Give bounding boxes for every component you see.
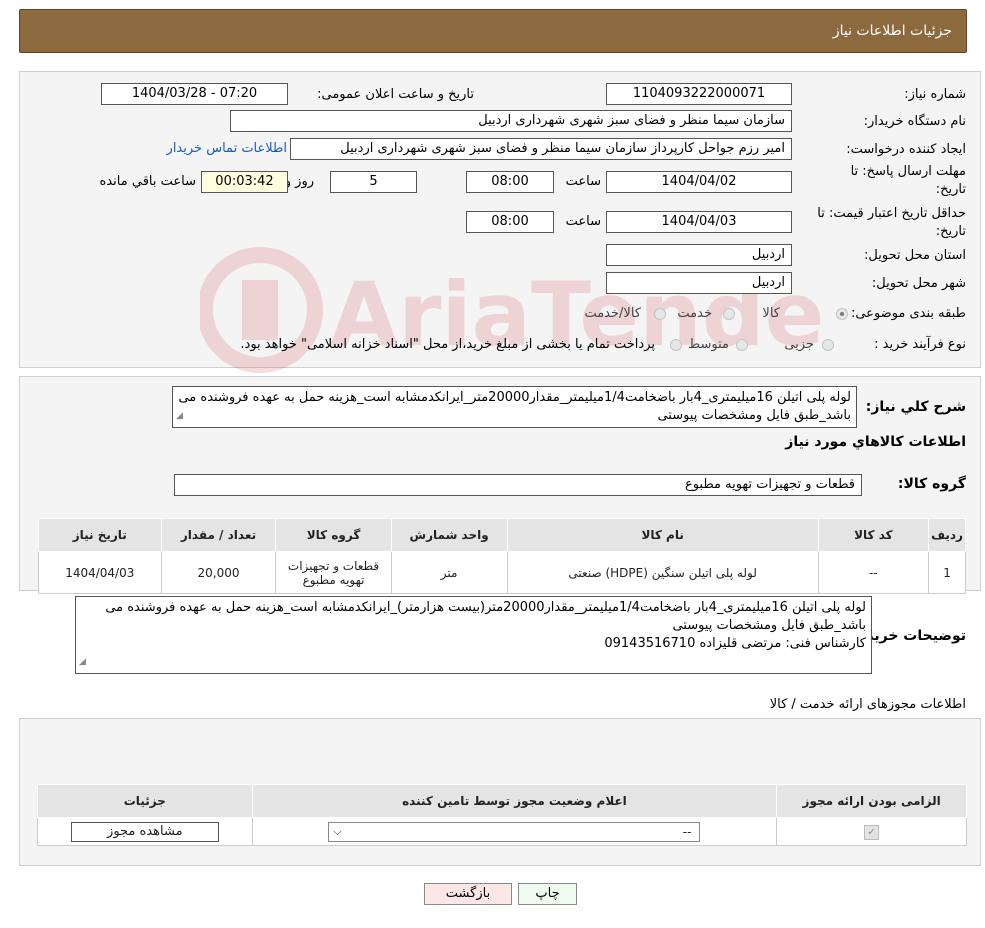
- category-label: طبقه بندی موضوعی:: [850, 306, 966, 321]
- view-permit-button[interactable]: مشاهده مجوز: [70, 821, 219, 842]
- remaining-time-field: 00:03:42: [201, 171, 288, 193]
- process-radio-treasury[interactable]: [670, 339, 682, 351]
- buyer-notes-textarea[interactable]: لوله پلی اتیلن 16میلیمتری_4بار باضخامت1/…: [75, 596, 872, 674]
- buyer-notes-contact: کارشناس فنی: مرتضی قلیزاده 09143516710: [604, 636, 866, 651]
- category-option-service: خدمت: [677, 306, 712, 321]
- col-name: نام کالا: [506, 518, 819, 552]
- col-qty: تعداد / مقدار: [160, 518, 277, 552]
- col-code: کد کالا: [817, 518, 930, 552]
- col-date: تاریخ نیاز: [38, 518, 162, 552]
- process-radio-minor[interactable]: [822, 339, 834, 351]
- cell-code: --: [817, 551, 930, 594]
- validity-time-field: 08:00: [466, 211, 554, 233]
- cell-qty: 20,000: [160, 551, 277, 594]
- cell-group: قطعات و تجهیزات تهویه مطبوع: [275, 551, 392, 594]
- days-remaining-field: 5: [330, 171, 417, 193]
- cell-permit-status: -- ⌵: [251, 817, 778, 846]
- province-label: استان محل تحویل:: [864, 248, 966, 263]
- col-group: گروه کالا: [275, 518, 392, 552]
- cell-name: لوله پلی اتیلن سنگین (HDPE) صنعتی: [506, 551, 819, 594]
- process-option-minor: جزیی: [784, 337, 814, 352]
- col-permit-details: جزئیات: [37, 784, 253, 818]
- buyer-org-field: سازمان سیما منظر و فضای سبز شهری شهرداری…: [230, 110, 792, 132]
- cell-permit-details: مشاهده مجوز: [37, 817, 253, 846]
- need-number-field: 1104093222000071: [606, 83, 792, 105]
- print-button[interactable]: چاپ: [518, 883, 577, 905]
- table-row: 1 -- لوله پلی اتیلن سنگین (HDPE) صنعتی م…: [38, 551, 966, 594]
- deadline-time-label: ساعت: [565, 174, 601, 189]
- col-unit: واحد شمارش: [390, 518, 508, 552]
- validity-date-field: 1404/04/03: [606, 211, 792, 233]
- description-textarea[interactable]: لوله پلی اتیلن 16میلیمتری_4بار باضخامت1/…: [172, 386, 857, 428]
- permits-section-title: اطلاعات مجوزهای ارائه خدمت / کالا: [769, 697, 966, 712]
- announce-date-field: 1404/03/28 - 07:20: [101, 83, 288, 105]
- col-row: رديف: [928, 518, 966, 552]
- buyer-org-label: نام دستگاه خریدار:: [863, 114, 966, 129]
- description-text: لوله پلی اتیلن 16میلیمتری_4بار باضخامت1/…: [178, 390, 851, 423]
- cell-unit: متر: [390, 551, 508, 594]
- goods-section-title: اطلاعات کالاهاي مورد نياز: [785, 434, 966, 450]
- resize-grip-icon[interactable]: ◢: [176, 407, 183, 425]
- permit-status-select[interactable]: -- ⌵: [328, 821, 701, 842]
- category-radio-both[interactable]: [654, 308, 666, 320]
- validity-label: حداقل تاریخ اعتبار قیمت: تا: [817, 206, 966, 221]
- goods-group-field: قطعات و تجهیزات تهویه مطبوع: [174, 474, 862, 496]
- permits-table: الزامی بودن ارائه مجوز اعلام وضعیت مجوز …: [37, 784, 967, 846]
- process-radio-medium[interactable]: [736, 339, 748, 351]
- deadline-label-date: تاریخ:: [935, 182, 966, 197]
- buyer-notes-text: لوله پلی اتیلن 16میلیمتری_4بار باضخامت1/…: [105, 600, 866, 633]
- chevron-down-icon: ⌵: [333, 824, 342, 838]
- table-row: ✓ -- ⌵ مشاهده مجوز: [37, 817, 967, 846]
- cell-permit-required: ✓: [776, 817, 967, 846]
- city-label: شهر محل تحویل:: [871, 276, 966, 291]
- page-title: جزئیات اطلاعات نیاز: [832, 23, 952, 39]
- validity-time-label: ساعت: [565, 214, 601, 229]
- deadline-time-field: 08:00: [466, 171, 554, 193]
- category-option-goods: کالا: [762, 306, 780, 321]
- goods-group-label: گروه کالا:: [897, 476, 966, 492]
- validity-label-date: تاریخ:: [935, 224, 966, 239]
- city-field: اردبیل: [606, 272, 792, 294]
- goods-table: رديف کد کالا نام کالا واحد شمارش گروه کا…: [38, 518, 966, 594]
- deadline-label: مهلت ارسال پاسخ: تا: [850, 164, 966, 179]
- category-radio-goods[interactable]: [836, 308, 848, 320]
- permit-status-value: --: [682, 824, 692, 839]
- back-button[interactable]: بازگشت: [424, 883, 512, 905]
- col-permit-status: اعلام وضعیت مجوز توسط تامین کننده: [251, 784, 778, 818]
- need-number-label: شماره نیاز:: [904, 87, 966, 102]
- province-field: اردبیل: [606, 244, 792, 266]
- page-header: جزئیات اطلاعات نیاز: [19, 9, 967, 53]
- deadline-date-field: 1404/04/02: [606, 171, 792, 193]
- process-note: پرداخت تمام یا بخشی از مبلغ خرید،از محل …: [240, 337, 655, 352]
- process-option-medium: متوسط: [688, 337, 729, 352]
- resize-grip-icon[interactable]: ◢: [79, 653, 86, 671]
- buyer-contact-link[interactable]: اطلاعات تماس خریدار: [167, 141, 287, 156]
- permit-required-checkbox[interactable]: ✓: [864, 824, 880, 840]
- requester-field: امیر رزم جواحل کارپرداز سازمان سیما منظر…: [290, 138, 792, 160]
- days-label: روز و: [284, 174, 314, 189]
- requester-label: ایجاد کننده درخواست:: [846, 142, 966, 157]
- process-type-label: نوع فرآیند خرید :: [874, 337, 966, 352]
- cell-row: 1: [928, 551, 966, 594]
- category-option-both: کالا/خدمت: [584, 306, 641, 321]
- remaining-label: ساعت باقي مانده: [99, 174, 196, 189]
- cell-date: 1404/04/03: [38, 551, 162, 594]
- description-label: شرح کلي نياز:: [865, 399, 966, 415]
- col-permit-required: الزامی بودن ارائه مجوز: [776, 784, 967, 818]
- category-radio-service[interactable]: [723, 308, 735, 320]
- announce-date-label: تاریخ و ساعت اعلان عمومی:: [317, 87, 474, 102]
